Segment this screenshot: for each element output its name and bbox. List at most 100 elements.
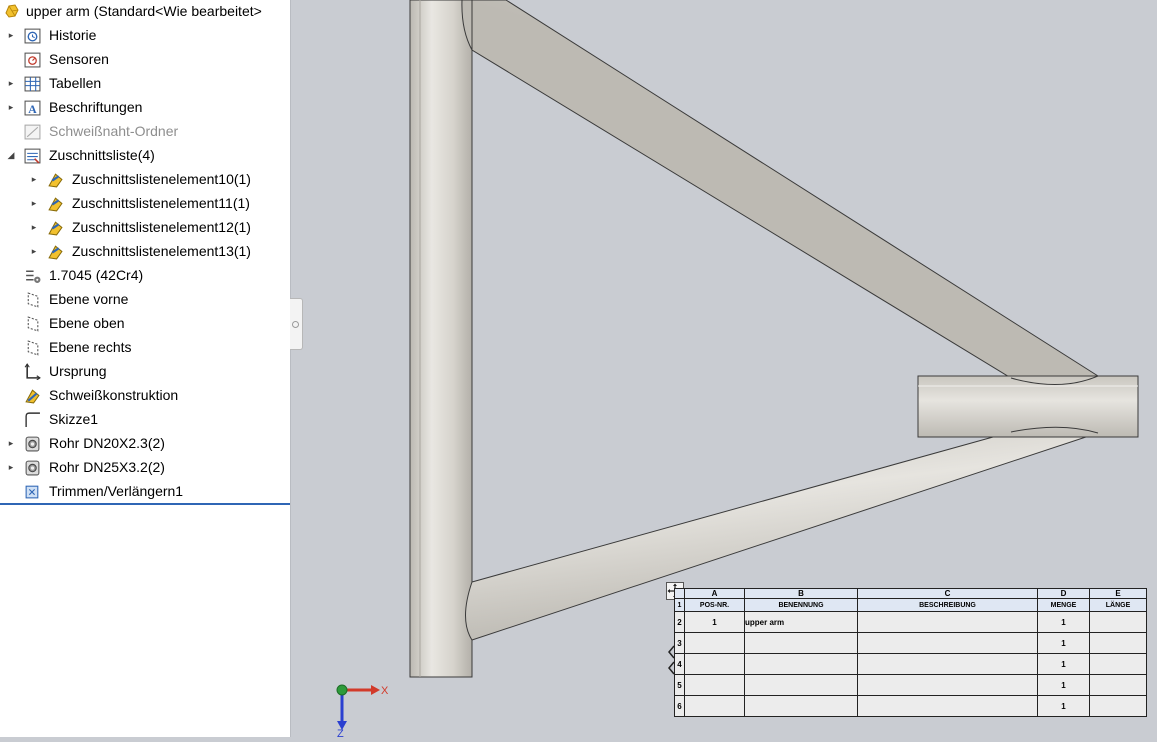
expand-arrow-icon[interactable]: ▸ bbox=[6, 76, 16, 90]
tree-item[interactable]: ▸ Tabellen bbox=[0, 72, 280, 94]
tree-item[interactable]: ▸ Zuschnittslistenelement10(1) bbox=[0, 168, 280, 190]
tree-item[interactable]: Sensoren bbox=[0, 48, 280, 70]
triad-z-axis bbox=[337, 690, 347, 730]
expand-arrow-icon[interactable]: ▸ bbox=[6, 28, 16, 42]
row-header[interactable]: 6 bbox=[674, 695, 685, 717]
column-letter[interactable]: E bbox=[1089, 588, 1147, 599]
structural-member-icon bbox=[24, 459, 41, 476]
cell-name[interactable]: upper arm bbox=[744, 611, 858, 633]
tree-item[interactable]: ▸ A Beschriftungen bbox=[0, 96, 280, 118]
table-row: 3 1 bbox=[674, 632, 1147, 654]
cell-name[interactable] bbox=[744, 653, 858, 675]
table-row: 5 1 bbox=[674, 674, 1147, 696]
collapse-arrow-icon[interactable]: ◢ bbox=[6, 148, 16, 162]
horizontal-tube bbox=[917, 375, 1139, 438]
tree-item[interactable]: ▸ Zuschnittslistenelement13(1) bbox=[0, 240, 280, 262]
row-header[interactable]: 3 bbox=[674, 632, 685, 654]
expand-arrow-icon[interactable]: ▸ bbox=[29, 220, 39, 234]
tree-item-label: Beschriftungen bbox=[49, 99, 143, 115]
expand-arrow-icon[interactable]: ▸ bbox=[29, 172, 39, 186]
expand-arrow-icon[interactable]: ▸ bbox=[29, 244, 39, 258]
tree-item[interactable]: Ebene rechts bbox=[0, 336, 280, 358]
tree-item[interactable]: Ebene vorne bbox=[0, 288, 280, 310]
column-letter[interactable]: A bbox=[684, 588, 745, 599]
tree-item[interactable]: ▸ Rohr DN25X3.2(2) bbox=[0, 456, 280, 478]
row-header[interactable]: 4 bbox=[674, 653, 685, 675]
cell-description[interactable] bbox=[857, 653, 1038, 675]
cell-length[interactable] bbox=[1089, 632, 1147, 654]
header-length[interactable]: LÄNGE bbox=[1089, 598, 1147, 612]
triad-x-axis bbox=[342, 685, 380, 695]
tree-item[interactable]: ▸ Historie bbox=[0, 24, 280, 46]
column-letter-row: A B C D E bbox=[674, 588, 1147, 599]
expand-arrow-icon[interactable]: ▸ bbox=[6, 436, 16, 450]
tree-item-label: Zuschnittslistenelement12(1) bbox=[72, 219, 251, 235]
column-letter[interactable]: B bbox=[744, 588, 858, 599]
upper-diagonal-tube bbox=[461, 0, 1100, 385]
tree-item-label: Ebene vorne bbox=[49, 291, 129, 307]
cell-pos[interactable] bbox=[684, 632, 745, 654]
history-icon bbox=[24, 27, 41, 44]
cell-pos[interactable]: 1 bbox=[684, 611, 745, 633]
tree-item-label: 1.7045 (42Cr4) bbox=[49, 267, 144, 283]
tree-item[interactable]: Ebene oben bbox=[0, 312, 280, 334]
cell-length[interactable] bbox=[1089, 674, 1147, 696]
weldment-icon bbox=[24, 387, 41, 404]
cell-description[interactable] bbox=[857, 695, 1038, 717]
cell-length[interactable] bbox=[1089, 695, 1147, 717]
header-pos[interactable]: POS-NR. bbox=[684, 598, 745, 612]
cell-quantity[interactable]: 1 bbox=[1037, 674, 1090, 696]
tree-rollback-bar[interactable] bbox=[0, 503, 290, 505]
tree-item-label: Historie bbox=[49, 27, 97, 43]
cut-list-item-icon bbox=[47, 243, 64, 260]
tree-item[interactable]: 1.7045 (42Cr4) bbox=[0, 264, 280, 286]
cell-description[interactable] bbox=[857, 611, 1038, 633]
cell-length[interactable] bbox=[1089, 653, 1147, 675]
expand-arrow-icon[interactable]: ▸ bbox=[6, 460, 16, 474]
cell-quantity[interactable]: 1 bbox=[1037, 611, 1090, 633]
cell-quantity[interactable]: 1 bbox=[1037, 653, 1090, 675]
header-quantity[interactable]: MENGE bbox=[1037, 598, 1090, 612]
row-header[interactable]: 2 bbox=[674, 611, 685, 633]
cut-list-icon bbox=[24, 147, 41, 164]
tree-item[interactable]: Skizze1 bbox=[0, 408, 280, 430]
column-letter[interactable]: D bbox=[1037, 588, 1090, 599]
tree-item[interactable]: Schweißnaht-Ordner bbox=[0, 120, 280, 142]
tree-item[interactable]: Trimmen/Verlängern1 bbox=[0, 480, 280, 502]
tree-item[interactable]: ▸ Zuschnittslistenelement11(1) bbox=[0, 192, 280, 214]
cell-pos[interactable] bbox=[684, 674, 745, 696]
cell-pos[interactable] bbox=[684, 653, 745, 675]
cell-quantity[interactable]: 1 bbox=[1037, 695, 1090, 717]
tree-header[interactable]: upper arm (Standard<Wie bearbeitet> bbox=[0, 0, 290, 23]
cell-name[interactable] bbox=[744, 674, 858, 696]
cell-description[interactable] bbox=[857, 632, 1038, 654]
tree-item-label: Schweißkonstruktion bbox=[49, 387, 179, 403]
cell-length[interactable] bbox=[1089, 611, 1147, 633]
expand-arrow-icon[interactable]: ▸ bbox=[6, 100, 16, 114]
cell-description[interactable] bbox=[857, 674, 1038, 696]
tree-item[interactable]: Schweißkonstruktion bbox=[0, 384, 280, 406]
row-header[interactable]: 1 bbox=[674, 598, 685, 612]
bill-of-materials-table[interactable]: A B C D E 1 POS-NR. BENENNUNG BESCHREIBU… bbox=[666, 582, 1147, 725]
tree-item[interactable]: Ursprung bbox=[0, 360, 280, 382]
cell-name[interactable] bbox=[744, 695, 858, 717]
reference-triad[interactable]: X Z bbox=[325, 675, 395, 740]
table-icon bbox=[24, 75, 41, 92]
cell-pos[interactable] bbox=[684, 695, 745, 717]
cell-name[interactable] bbox=[744, 632, 858, 654]
row-header[interactable]: 5 bbox=[674, 674, 685, 696]
tree-item[interactable]: ◢ Zuschnittsliste(4) bbox=[0, 144, 280, 166]
tree-item-label: Tabellen bbox=[49, 75, 102, 91]
tree-item[interactable]: ▸ Rohr DN20X2.3(2) bbox=[0, 432, 280, 454]
vertical-tube bbox=[409, 0, 473, 678]
annotation-icon: A bbox=[24, 99, 41, 116]
column-letter[interactable]: C bbox=[857, 588, 1038, 599]
cell-quantity[interactable]: 1 bbox=[1037, 632, 1090, 654]
tree-item[interactable]: ▸ Zuschnittslistenelement12(1) bbox=[0, 216, 280, 238]
table-row: 2 1 upper arm 1 bbox=[674, 611, 1147, 633]
triad-x-label: X bbox=[381, 685, 389, 697]
tree-item-label: Schweißnaht-Ordner bbox=[49, 123, 179, 139]
expand-arrow-icon[interactable]: ▸ bbox=[29, 196, 39, 210]
header-description[interactable]: BESCHREIBUNG bbox=[857, 598, 1038, 612]
header-name[interactable]: BENENNUNG bbox=[744, 598, 858, 612]
